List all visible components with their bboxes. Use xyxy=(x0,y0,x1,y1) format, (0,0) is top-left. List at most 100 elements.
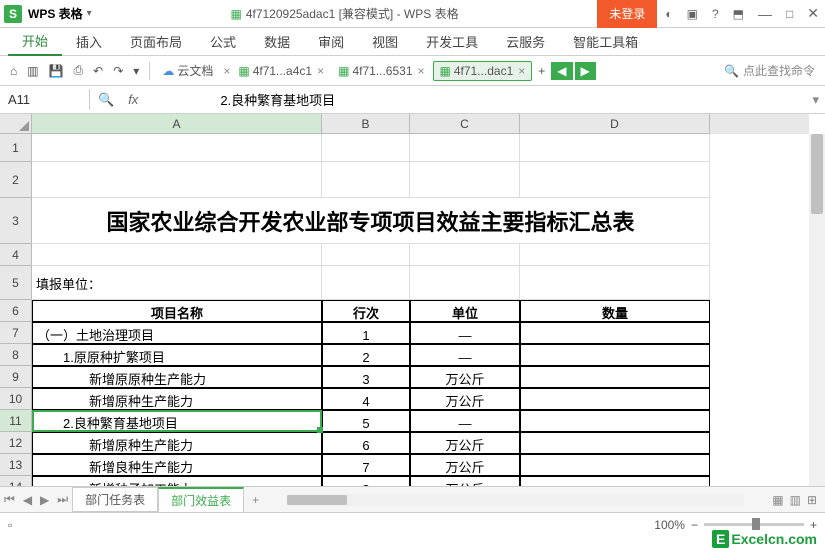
view-page-icon[interactable]: ▥ xyxy=(790,493,801,507)
cell-row_num[interactable]: 2 xyxy=(322,344,410,366)
zoom-value[interactable]: 100% xyxy=(654,518,685,532)
cloud-doc-button[interactable]: ☁ 云文档 xyxy=(156,62,219,79)
cell-unit[interactable]: — xyxy=(410,322,520,344)
add-tab-icon[interactable]: + xyxy=(534,62,549,80)
file-tab-2[interactable]: ▦ 4f71...6531 × xyxy=(332,62,430,80)
sheet-nav-last-icon[interactable]: ⏭ xyxy=(53,492,72,507)
column-header-qty[interactable]: 数量 xyxy=(520,300,710,322)
sync-icon[interactable]: ◐ xyxy=(659,3,678,25)
ribbon-tab-insert[interactable]: 插入 xyxy=(62,28,116,55)
column-header-row_num[interactable]: 行次 xyxy=(322,300,410,322)
cell[interactable] xyxy=(322,266,410,300)
row-header-12[interactable]: 12 xyxy=(0,432,32,454)
row-header-8[interactable]: 8 xyxy=(0,344,32,366)
cell[interactable] xyxy=(410,134,520,162)
cell[interactable] xyxy=(322,162,410,198)
cell-row_num[interactable]: 1 xyxy=(322,322,410,344)
cell-name[interactable]: 新增良种生产能力 xyxy=(32,454,322,476)
ribbon-tab-dev[interactable]: 开发工具 xyxy=(412,28,492,55)
print-icon[interactable]: ⎙ xyxy=(70,61,88,80)
vertical-scroll-thumb[interactable] xyxy=(811,134,823,214)
cell[interactable] xyxy=(520,244,710,266)
cell-name[interactable]: 1.原原种扩繁项目 xyxy=(32,344,322,366)
vertical-scrollbar[interactable] xyxy=(809,134,825,486)
tab-close-icon[interactable]: × xyxy=(317,64,324,78)
undo-icon[interactable]: ↶ xyxy=(89,62,107,80)
cell-qty[interactable] xyxy=(520,432,710,454)
cell-unit[interactable]: 万公斤 xyxy=(410,476,520,486)
minimize-button[interactable]: — xyxy=(752,2,778,26)
more-icon[interactable]: ▾ xyxy=(129,62,143,80)
tab-close-icon[interactable]: × xyxy=(418,64,425,78)
col-header-a[interactable]: A xyxy=(32,114,322,134)
tab-close-icon[interactable]: × xyxy=(518,64,525,78)
cell-row_num[interactable]: 4 xyxy=(322,388,410,410)
home-icon[interactable]: ⌂ xyxy=(6,62,21,80)
cell-row_num[interactable]: 5 xyxy=(322,410,410,432)
cell[interactable] xyxy=(322,134,410,162)
cell[interactable] xyxy=(32,162,322,198)
cell-qty[interactable] xyxy=(520,322,710,344)
close-button[interactable]: ✕ xyxy=(801,1,825,26)
cell[interactable] xyxy=(520,162,710,198)
sheet-tab-1[interactable]: 部门任务表 xyxy=(72,487,158,512)
cell-unit[interactable]: — xyxy=(410,344,520,366)
row-header-10[interactable]: 10 xyxy=(0,388,32,410)
formula-expand-icon[interactable]: ▾ xyxy=(806,92,825,108)
cell-unit[interactable]: 万公斤 xyxy=(410,454,520,476)
row-header-14[interactable]: 14 xyxy=(0,476,32,486)
ribbon-tab-cloud[interactable]: 云服务 xyxy=(492,28,559,55)
fx-search-icon[interactable]: 🔍 xyxy=(90,92,122,108)
name-box[interactable]: A11 xyxy=(0,89,90,110)
view-pagebreak-icon[interactable]: ⊞ xyxy=(807,493,817,507)
ribbon-tab-view[interactable]: 视图 xyxy=(358,28,412,55)
cell-unit[interactable]: — xyxy=(410,410,520,432)
cell-row_num[interactable]: 7 xyxy=(322,454,410,476)
tab-nav-right-icon[interactable]: ▶ xyxy=(575,62,596,80)
row-header-11[interactable]: 11 xyxy=(0,410,32,432)
command-search[interactable]: 🔍 点此查找命令 xyxy=(598,62,819,79)
row-header-2[interactable]: 2 xyxy=(0,162,32,198)
cell-row_num[interactable]: 6 xyxy=(322,432,410,454)
cell-qty[interactable] xyxy=(520,388,710,410)
cell-name[interactable]: 新增原种生产能力 xyxy=(32,432,322,454)
ribbon-tab-formula[interactable]: 公式 xyxy=(196,28,250,55)
fx-label[interactable]: fx xyxy=(122,92,144,107)
maximize-button[interactable]: □ xyxy=(780,3,799,25)
column-header-unit[interactable]: 单位 xyxy=(410,300,520,322)
sheet-tab-2[interactable]: 部门效益表 xyxy=(158,487,244,513)
zoom-slider-thumb[interactable] xyxy=(752,518,760,530)
col-header-d[interactable]: D xyxy=(520,114,710,134)
col-header-c[interactable]: C xyxy=(410,114,520,134)
ribbon-tab-pagelayout[interactable]: 页面布局 xyxy=(116,28,196,55)
new-icon[interactable]: ▥ xyxy=(23,62,42,80)
redo-icon[interactable]: ↷ xyxy=(109,62,127,80)
formula-input[interactable]: 2.良种繁育基地项目 xyxy=(144,90,385,109)
file-tab-3[interactable]: ▦ 4f71...dac1 × xyxy=(433,61,533,81)
login-button[interactable]: 未登录 xyxy=(597,0,657,28)
cell-qty[interactable] xyxy=(520,454,710,476)
zoom-slider[interactable] xyxy=(704,523,804,526)
tab-nav-left-icon[interactable]: ◀ xyxy=(551,62,572,80)
ribbon-tab-start[interactable]: 开始 xyxy=(8,27,62,56)
cell-qty[interactable] xyxy=(520,476,710,486)
cell-name[interactable]: 2.良种繁育基地项目 xyxy=(32,410,322,432)
ribbon-tab-data[interactable]: 数据 xyxy=(250,28,304,55)
help-icon[interactable]: ? xyxy=(706,3,725,25)
row-header-9[interactable]: 9 xyxy=(0,366,32,388)
cell[interactable] xyxy=(410,162,520,198)
col-header-b[interactable]: B xyxy=(322,114,410,134)
cell-unit[interactable]: 万公斤 xyxy=(410,388,520,410)
save-icon[interactable]: 💾 xyxy=(45,62,68,80)
ribbon-tab-smart[interactable]: 智能工具箱 xyxy=(559,28,652,55)
select-all-corner[interactable] xyxy=(0,114,32,134)
cell-name[interactable]: 新增原种生产能力 xyxy=(32,388,322,410)
sheet-nav-first-icon[interactable]: ⏮ xyxy=(0,492,19,507)
sheet-nav-prev-icon[interactable]: ◀ xyxy=(19,493,36,507)
add-sheet-icon[interactable]: + xyxy=(244,490,267,510)
cell-unit[interactable]: 万公斤 xyxy=(410,432,520,454)
column-header-name[interactable]: 项目名称 xyxy=(32,300,322,322)
cell-row_num[interactable]: 3 xyxy=(322,366,410,388)
cloud-close-icon[interactable]: × xyxy=(223,64,230,78)
horizontal-scrollbar[interactable] xyxy=(287,494,744,506)
